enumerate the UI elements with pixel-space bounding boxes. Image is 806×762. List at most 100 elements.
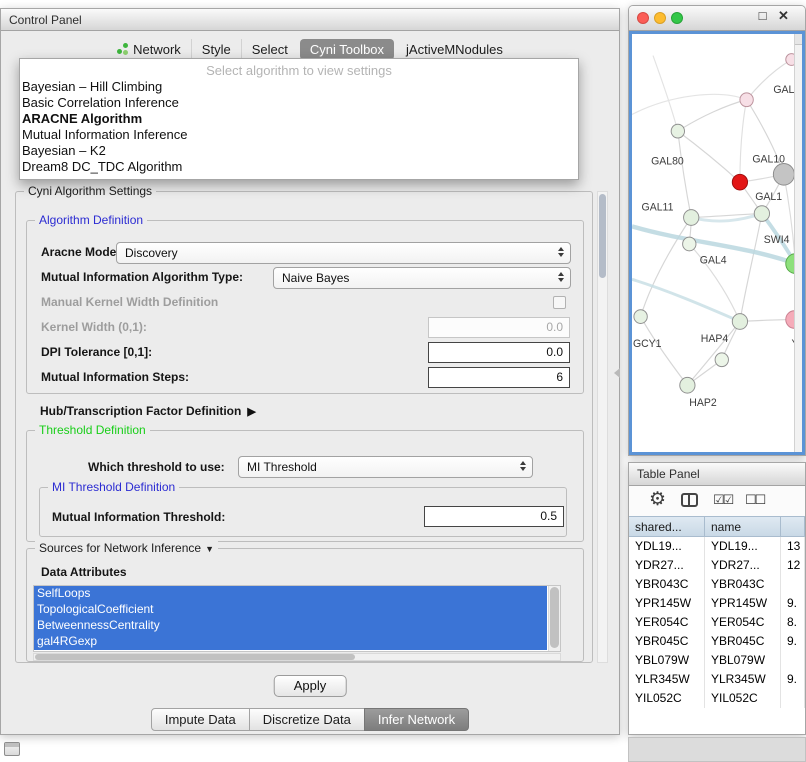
mi-threshold-field[interactable]: 0.5 xyxy=(424,506,564,527)
network-node[interactable] xyxy=(684,210,699,226)
maximize-button[interactable]: □ xyxy=(755,8,770,24)
splitter-handle-icon[interactable] xyxy=(614,368,620,378)
tab-label: Select xyxy=(252,42,288,57)
table-cell: YDR27... xyxy=(705,556,781,575)
which-threshold-select[interactable]: MI Threshold xyxy=(238,456,533,478)
scrollbar-thumb[interactable] xyxy=(35,654,355,660)
network-window-titlebar[interactable]: □ ✕ xyxy=(629,6,805,31)
algorithm-option-mutual-information-inference[interactable]: Mutual Information Inference xyxy=(20,127,578,143)
tab-jactivemnodules[interactable]: jActiveMNodules xyxy=(396,39,513,60)
network-edge[interactable] xyxy=(653,56,678,132)
minimize-traffic-icon[interactable] xyxy=(654,12,666,24)
network-node[interactable] xyxy=(671,124,684,138)
table-row[interactable]: YLR345WYLR345W9. xyxy=(629,670,805,689)
table-row[interactable]: YBR043CYBR043C xyxy=(629,575,805,594)
zoom-traffic-icon[interactable] xyxy=(671,12,683,24)
algorithm-option-bayesian-k2[interactable]: Bayesian – K2 xyxy=(20,143,578,159)
network-canvas-container[interactable]: GAL80GAL10GAL7GAL11GAL1SWI4GAL4GCY1HAP4H… xyxy=(629,31,805,455)
threshold-definition-group: Threshold Definition Which threshold to … xyxy=(26,430,584,542)
bottom-tab-infer-network[interactable]: Infer Network xyxy=(364,708,469,731)
sources-group-title[interactable]: Sources for Network Inference xyxy=(35,541,218,555)
tab-style[interactable]: Style xyxy=(191,39,241,60)
apply-button[interactable]: Apply xyxy=(274,675,347,697)
clear-all-checkboxes-icon[interactable]: ☐☐ xyxy=(745,492,764,508)
algorithm-option-aracne-algorithm[interactable]: ARACNE Algorithm xyxy=(20,111,578,127)
algorithm-popup-list: Bayesian – Hill ClimbingBasic Correlatio… xyxy=(20,79,578,175)
gear-icon[interactable]: ⚙ xyxy=(649,488,666,511)
network-view-window: □ ✕ GAL80GAL10GAL7GAL11GAL1SWI4GAL4GCY1H… xyxy=(628,5,806,456)
scrollbar-thumb[interactable] xyxy=(550,587,559,648)
attribute-item[interactable]: SelfLoops xyxy=(34,586,547,602)
mi-type-value: Naive Bayes xyxy=(282,271,349,285)
network-edge[interactable] xyxy=(687,321,740,385)
table-row[interactable]: YPR145WYPR145W9. xyxy=(629,594,805,613)
column-header[interactable]: shared... xyxy=(629,517,705,536)
algorithm-option-bayesian-hill-climbing[interactable]: Bayesian – Hill Climbing xyxy=(20,79,578,95)
bottom-tab-impute-data[interactable]: Impute Data xyxy=(151,708,250,731)
table-row[interactable]: YER054CYER054C8. xyxy=(629,613,805,632)
table-panel-titlebar[interactable]: Table Panel xyxy=(629,463,805,486)
dpi-tolerance-field[interactable]: 0.0 xyxy=(428,342,570,363)
settings-vertical-scrollbar[interactable] xyxy=(597,191,608,663)
scrollbar-button[interactable] xyxy=(795,34,802,45)
attributes-horizontal-scrollbar[interactable] xyxy=(33,653,561,661)
network-edge[interactable] xyxy=(740,100,747,182)
table-cell: YER054C xyxy=(629,613,705,632)
tab-cyni-toolbox[interactable]: Cyni Toolbox xyxy=(300,39,394,60)
close-traffic-icon[interactable] xyxy=(637,12,649,24)
network-node[interactable] xyxy=(754,206,769,222)
attribute-item[interactable]: TopologicalCoefficient xyxy=(34,602,547,618)
table-cell: YLR345W xyxy=(705,670,781,689)
table-row[interactable]: YDL19...YDL19...13 xyxy=(629,537,805,556)
network-edge[interactable] xyxy=(632,279,740,321)
network-canvas[interactable]: GAL80GAL10GAL7GAL11GAL1SWI4GAL4GCY1HAP4H… xyxy=(632,34,802,452)
column-header[interactable]: name xyxy=(705,517,781,536)
aracne-mode-select[interactable]: Discovery xyxy=(116,242,571,264)
scrollbar-thumb[interactable] xyxy=(599,194,606,278)
data-attributes-listbox[interactable]: SelfLoopsTopologicalCoefficientBetweenne… xyxy=(33,585,561,652)
network-node[interactable] xyxy=(740,93,753,107)
collapsed-panel-icon[interactable] xyxy=(4,742,20,756)
column-header[interactable] xyxy=(781,517,805,536)
attribute-item[interactable]: BetweennessCentrality xyxy=(34,618,547,634)
node-label: GAL80 xyxy=(651,155,684,167)
network-vertical-scrollbar[interactable] xyxy=(794,34,802,452)
combo-arrows-icon xyxy=(558,247,564,257)
algorithm-option-dream8-dc-tdc-algorithm[interactable]: Dream8 DC_TDC Algorithm xyxy=(20,159,578,175)
network-edge[interactable] xyxy=(678,131,691,217)
table-row[interactable]: YIL052CYIL052C xyxy=(629,689,805,708)
algorithm-option-basic-correlation-inference[interactable]: Basic Correlation Inference xyxy=(20,95,578,111)
network-node[interactable] xyxy=(732,174,747,190)
network-edge[interactable] xyxy=(632,94,747,114)
table-row[interactable]: YBL079WYBL079W xyxy=(629,651,805,670)
attribute-item[interactable]: gal4RGexp xyxy=(34,634,547,650)
network-edge[interactable] xyxy=(641,317,688,386)
tab-select[interactable]: Select xyxy=(241,39,298,60)
mi-steps-field[interactable]: 6 xyxy=(428,367,570,388)
columns-icon[interactable] xyxy=(681,493,698,507)
network-node[interactable] xyxy=(732,314,747,330)
mi-type-select[interactable]: Naive Bayes xyxy=(273,267,571,289)
manual-kernel-checkbox[interactable] xyxy=(553,296,566,309)
table-cell: 12 xyxy=(781,556,805,575)
table-row[interactable]: YDR27...YDR27...12 xyxy=(629,556,805,575)
select-all-checkboxes-icon[interactable]: ☑☑ xyxy=(713,492,732,508)
network-node[interactable] xyxy=(680,377,695,393)
kernel-width-label: Kernel Width (0,1): xyxy=(41,320,147,334)
network-node[interactable] xyxy=(773,164,794,186)
bottom-tab-discretize-data[interactable]: Discretize Data xyxy=(249,708,365,731)
attributes-vertical-scrollbar[interactable] xyxy=(548,586,560,651)
network-node[interactable] xyxy=(634,310,647,324)
table-row[interactable]: YBR045CYBR045C9. xyxy=(629,632,805,651)
network-edge[interactable] xyxy=(740,214,762,322)
hub-tf-definition-toggle[interactable]: Hub/Transcription Factor Definition xyxy=(40,404,256,418)
network-node[interactable] xyxy=(715,353,728,367)
network-edge[interactable] xyxy=(678,131,740,182)
control-panel-titlebar[interactable]: Control Panel xyxy=(1,9,619,31)
hub-tf-definition-label: Hub/Transcription Factor Definition xyxy=(40,404,241,418)
tab-network[interactable]: Network xyxy=(107,39,191,60)
close-button[interactable]: ✕ xyxy=(776,8,791,24)
network-node[interactable] xyxy=(683,237,696,251)
node-label: GAL1 xyxy=(755,191,782,203)
network-edge[interactable] xyxy=(678,100,747,131)
